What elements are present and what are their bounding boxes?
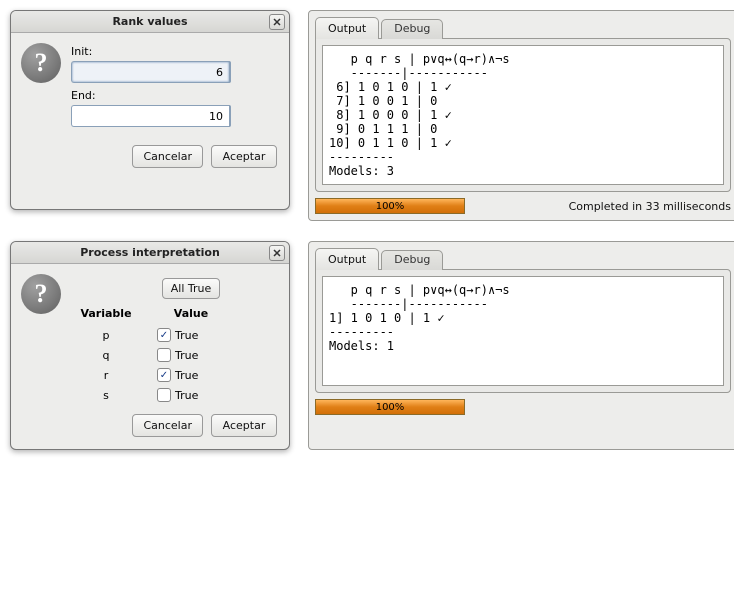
val-s-label: True: [175, 389, 198, 402]
tab-output[interactable]: Output: [315, 248, 379, 270]
tab-debug[interactable]: Debug: [381, 19, 443, 39]
progress-bar: 100%: [315, 198, 465, 214]
val-r-label: True: [175, 369, 198, 382]
col-variable: Variable: [71, 307, 141, 322]
progress-bar: 100%: [315, 399, 465, 415]
question-icon: ?: [21, 43, 61, 83]
progress-label: 100%: [376, 201, 405, 212]
console-output: p q r s | p∨q↔(q→r)∧¬s -------|---------…: [322, 276, 724, 386]
init-label: Init:: [71, 45, 277, 58]
rank-values-titlebar: Rank values: [11, 11, 289, 33]
cancel-button[interactable]: Cancelar: [132, 145, 203, 168]
col-value: Value: [151, 307, 231, 322]
init-input[interactable]: [71, 61, 229, 83]
process-interpretation-dialog: Process interpretation ? All True Variab…: [10, 241, 290, 450]
question-icon: ?: [21, 274, 61, 314]
rank-values-dialog: Rank values ? Init: ▲ ▼ End:: [10, 10, 290, 210]
close-icon[interactable]: [269, 245, 285, 261]
output-panel-bottom: Output Debug p q r s | p∨q↔(q→r)∧¬s ----…: [308, 241, 734, 450]
val-p-label: True: [175, 329, 198, 342]
console-output: p q r s | p∨q↔(q→r)∧¬s -------|---------…: [322, 45, 724, 185]
var-r: r: [71, 369, 141, 382]
init-spinner[interactable]: ▲ ▼: [71, 61, 231, 83]
close-icon[interactable]: [269, 14, 285, 30]
var-s: s: [71, 389, 141, 402]
process-titlebar: Process interpretation: [11, 242, 289, 264]
end-label: End:: [71, 89, 277, 102]
end-input[interactable]: [71, 105, 229, 127]
all-true-button[interactable]: All True: [162, 278, 221, 299]
progress-fill: 100%: [316, 199, 464, 213]
rank-values-title: Rank values: [112, 15, 187, 28]
tab-debug[interactable]: Debug: [381, 250, 443, 270]
output-panel-top: Output Debug p q r s | p∨q↔(q→r)∧¬s ----…: [308, 10, 734, 221]
checkbox-s[interactable]: [157, 388, 171, 402]
var-p: p: [71, 329, 141, 342]
end-spinner[interactable]: ▲ ▼: [71, 105, 231, 127]
cancel-button[interactable]: Cancelar: [132, 414, 203, 437]
process-title: Process interpretation: [80, 246, 220, 259]
checkbox-p[interactable]: ✓: [157, 328, 171, 342]
var-q: q: [71, 349, 141, 362]
tab-output[interactable]: Output: [315, 17, 379, 39]
val-q-label: True: [175, 349, 198, 362]
progress-label: 100%: [376, 402, 405, 413]
status-text: Completed in 33 milliseconds: [475, 200, 731, 213]
checkbox-q[interactable]: [157, 348, 171, 362]
checkbox-r[interactable]: ✓: [157, 368, 171, 382]
progress-fill: 100%: [316, 400, 464, 414]
accept-button[interactable]: Aceptar: [211, 145, 277, 168]
accept-button[interactable]: Aceptar: [211, 414, 277, 437]
